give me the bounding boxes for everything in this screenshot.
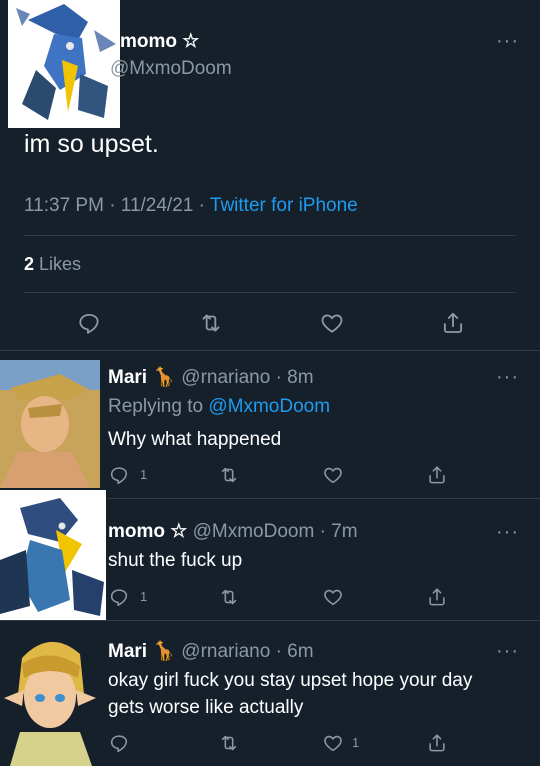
- heart-icon[interactable]: [322, 464, 344, 486]
- handle-time[interactable]: @rnariano · 6m: [181, 641, 313, 662]
- share-icon[interactable]: [426, 732, 448, 754]
- divider: [24, 292, 516, 293]
- reply-header: momo ☆ @MxmoDoom · 7m: [108, 520, 358, 543]
- time: 11:37 PM · 11/24/21 ·: [24, 195, 210, 216]
- display-name[interactable]: momo ☆: [108, 521, 187, 542]
- reply-count: 1: [140, 589, 148, 604]
- reply-text-line: okay girl fuck you stay upset hope your …: [108, 670, 473, 691]
- reply-header: Mari 🦒 @rnariano · 8m: [108, 365, 314, 389]
- divider: [0, 350, 540, 351]
- replying-prefix: Replying to: [108, 396, 209, 417]
- reply-icon[interactable]: [76, 310, 102, 336]
- tweet-text: im so upset.: [24, 130, 159, 158]
- handle[interactable]: @MxmoDoom: [110, 58, 232, 80]
- source-link[interactable]: Twitter for iPhone: [210, 195, 358, 216]
- display-name[interactable]: momo ☆: [120, 30, 199, 53]
- share-icon[interactable]: [426, 586, 448, 608]
- tweet-timestamp: 11:37 PM · 11/24/21 · Twitter for iPhone: [24, 195, 358, 217]
- handle-time[interactable]: @MxmoDoom · 7m: [193, 521, 358, 542]
- likes-label: Likes: [39, 254, 82, 274]
- avatar[interactable]: [0, 490, 106, 620]
- avatar[interactable]: [0, 360, 100, 488]
- retweet-icon[interactable]: [218, 464, 240, 486]
- reply-text: Why what happened: [108, 429, 282, 450]
- like-count: 1: [352, 735, 360, 750]
- heart-icon[interactable]: [319, 310, 345, 336]
- avatar[interactable]: [0, 624, 100, 766]
- likes-count: 2: [24, 254, 35, 274]
- divider: [108, 498, 540, 499]
- reply-icon[interactable]: [108, 464, 130, 486]
- more-icon[interactable]: ···: [496, 522, 519, 542]
- retweet-icon[interactable]: [218, 586, 240, 608]
- share-icon[interactable]: [440, 310, 466, 336]
- retweet-icon[interactable]: [218, 732, 240, 754]
- avatar[interactable]: [8, 0, 120, 128]
- reply-header: Mari 🦒 @rnariano · 6m: [108, 639, 314, 663]
- share-icon[interactable]: [426, 464, 448, 486]
- handle-time[interactable]: @rnariano · 8m: [181, 367, 313, 388]
- divider: [0, 620, 540, 621]
- reply-icon[interactable]: [108, 732, 130, 754]
- retweet-icon[interactable]: [198, 310, 224, 336]
- more-icon[interactable]: ···: [496, 641, 519, 661]
- display-name[interactable]: Mari 🦒: [108, 367, 176, 388]
- likes-stat[interactable]: 2 Likes: [24, 254, 81, 275]
- reply-text: shut the fuck up: [108, 550, 243, 571]
- heart-icon[interactable]: [322, 732, 344, 754]
- reply-text-line: gets worse like actually: [108, 697, 304, 718]
- replying-to-link[interactable]: @MxmoDoom: [208, 396, 330, 417]
- reply-icon[interactable]: [108, 586, 130, 608]
- more-icon[interactable]: ···: [496, 367, 519, 387]
- heart-icon[interactable]: [322, 586, 344, 608]
- replying-to: Replying to @MxmoDoom: [108, 396, 330, 418]
- reply-count: 1: [140, 467, 148, 482]
- display-name[interactable]: Mari 🦒: [108, 641, 176, 662]
- more-icon[interactable]: ···: [496, 31, 519, 51]
- divider: [24, 235, 516, 236]
